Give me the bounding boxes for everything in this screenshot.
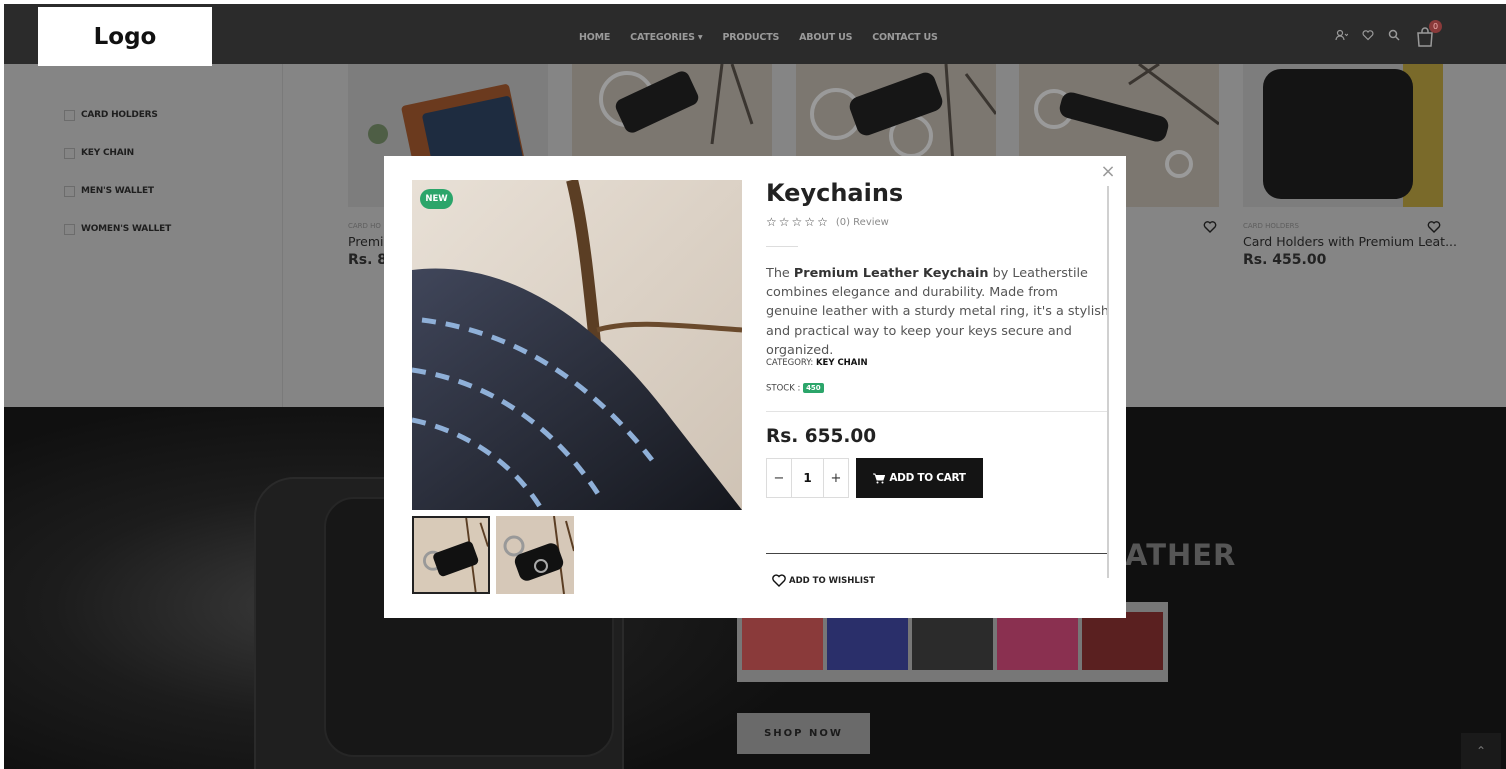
category-checkbox[interactable] [64, 109, 75, 121]
add-to-wishlist-link[interactable]: ADD TO WISHLIST [772, 574, 875, 587]
cart-icon [873, 473, 886, 483]
nav-home[interactable]: HOME [579, 32, 610, 43]
search-icon[interactable] [1388, 29, 1400, 45]
strip-product-image [827, 612, 908, 670]
divider [766, 553, 1108, 554]
product-price: Rs. 655.00 [766, 426, 877, 447]
product-title: Keychains [766, 179, 904, 207]
category-filter-list: CARD HOLDERS KEY CHAIN MEN'S WALLET WOME… [64, 96, 171, 248]
keychain-thumbnail-image [414, 518, 488, 592]
strip-product-image [997, 612, 1078, 670]
main-nav: HOME CATEGORIES ▾ PRODUCTS ABOUT US CONT… [579, 32, 958, 43]
product-image[interactable] [1243, 64, 1443, 207]
title-divider [766, 246, 798, 247]
heart-icon [772, 574, 786, 587]
cart-button[interactable]: 0 [1414, 20, 1442, 48]
star-icon: ☆ [766, 215, 777, 229]
product-description: The Premium Leather Keychain by Leathers… [766, 264, 1111, 360]
category-link[interactable]: KEY CHAIN [816, 358, 868, 368]
quantity-increase-button[interactable]: + [824, 459, 848, 497]
user-icon[interactable] [1334, 28, 1349, 46]
star-icon: ☆ [817, 215, 828, 229]
close-icon[interactable]: × [1100, 163, 1116, 181]
add-to-cart-button[interactable]: ADD TO CART [856, 458, 983, 498]
category-item-card-holders[interactable]: CARD HOLDERS [64, 96, 171, 134]
logo[interactable]: Logo [38, 7, 212, 66]
cart-count-badge: 0 [1429, 20, 1442, 33]
quick-view-modal: × NEW Keychains ☆ ☆ ☆ ☆ ☆ (0) Review The… [384, 156, 1126, 618]
banner-title: ATHER [1125, 538, 1237, 572]
keychain-thumbnail-image [496, 516, 574, 594]
modal-scrollbar[interactable] [1107, 186, 1109, 578]
star-icon: ☆ [778, 215, 790, 229]
back-to-top-button[interactable]: ⌃ [1461, 733, 1501, 769]
product-category: CARD HO [348, 222, 381, 230]
category-label: KEY CHAIN [81, 148, 134, 158]
category-label: MEN'S WALLET [81, 186, 154, 196]
category-item-womens-wallet[interactable]: WOMEN'S WALLET [64, 210, 171, 248]
stock-line: STOCK : 450 [766, 383, 824, 394]
wishlist-heart-icon[interactable] [1427, 220, 1441, 234]
main-product-image[interactable]: NEW [412, 180, 742, 510]
wishlist-heart-icon[interactable] [1203, 220, 1217, 234]
star-icon: ☆ [791, 215, 803, 229]
category-label: CARD HOLDERS [81, 110, 158, 120]
add-to-cart-label: ADD TO CART [889, 472, 966, 484]
category-checkbox[interactable] [64, 185, 75, 197]
stock-badge: 450 [803, 383, 824, 393]
strip-product-image [912, 612, 993, 670]
strip-product-image [1082, 612, 1163, 670]
category-label: WOMEN'S WALLET [81, 224, 172, 234]
site-header: HOME CATEGORIES ▾ PRODUCTS ABOUT US CONT… [4, 4, 1506, 64]
wallet-image [1243, 64, 1443, 207]
divider [766, 411, 1108, 412]
quantity-stepper: − 1 + [766, 458, 849, 498]
stock-label: STOCK : [766, 383, 801, 394]
review-count-link[interactable]: (0) Review [836, 217, 889, 228]
category-label: CATEGORY: [766, 358, 814, 368]
nav-categories[interactable]: CATEGORIES ▾ [630, 32, 702, 43]
category-checkbox[interactable] [64, 147, 75, 159]
category-checkbox[interactable] [64, 223, 75, 235]
product-title[interactable]: Card Holders with Premium Leat... [1243, 234, 1457, 249]
nav-products[interactable]: PRODUCTS [722, 32, 779, 43]
thumbnail-2[interactable] [496, 516, 574, 594]
keychain-closeup-image [412, 180, 742, 510]
category-line: CATEGORY: KEY CHAIN [766, 358, 868, 368]
nav-about-us[interactable]: ABOUT US [799, 32, 852, 43]
logo-text: Logo [93, 23, 157, 50]
thumbnail-1[interactable] [412, 516, 490, 594]
sidebar-divider [282, 64, 283, 407]
product-price: Rs. 455.00 [1243, 252, 1327, 268]
new-badge: NEW [420, 189, 453, 209]
description-intro: The [766, 266, 794, 281]
product-price: Rs. 8 [348, 252, 388, 268]
add-to-wishlist-label: ADD TO WISHLIST [789, 575, 875, 586]
product-category: CARD HOLDERS [1243, 222, 1299, 230]
header-icons: 0 [1334, 20, 1442, 48]
category-item-key-chain[interactable]: KEY CHAIN [64, 134, 171, 172]
nav-contact-us[interactable]: CONTACT US [872, 32, 938, 43]
product-title[interactable]: Premi [348, 234, 384, 249]
description-product-name: Premium Leather Keychain [793, 266, 989, 281]
quantity-input[interactable]: 1 [791, 459, 824, 497]
star-icon: ☆ [804, 215, 816, 229]
quantity-decrease-button[interactable]: − [767, 459, 791, 497]
category-item-mens-wallet[interactable]: MEN'S WALLET [64, 172, 171, 210]
page: HOME CATEGORIES ▾ PRODUCTS ABOUT US CONT… [0, 0, 1506, 769]
strip-product-image [742, 612, 823, 670]
rating-stars: ☆ ☆ ☆ ☆ ☆ (0) Review [766, 215, 889, 229]
shop-now-button[interactable]: SHOP NOW [737, 713, 870, 754]
wishlist-heart-icon[interactable] [1362, 29, 1374, 45]
